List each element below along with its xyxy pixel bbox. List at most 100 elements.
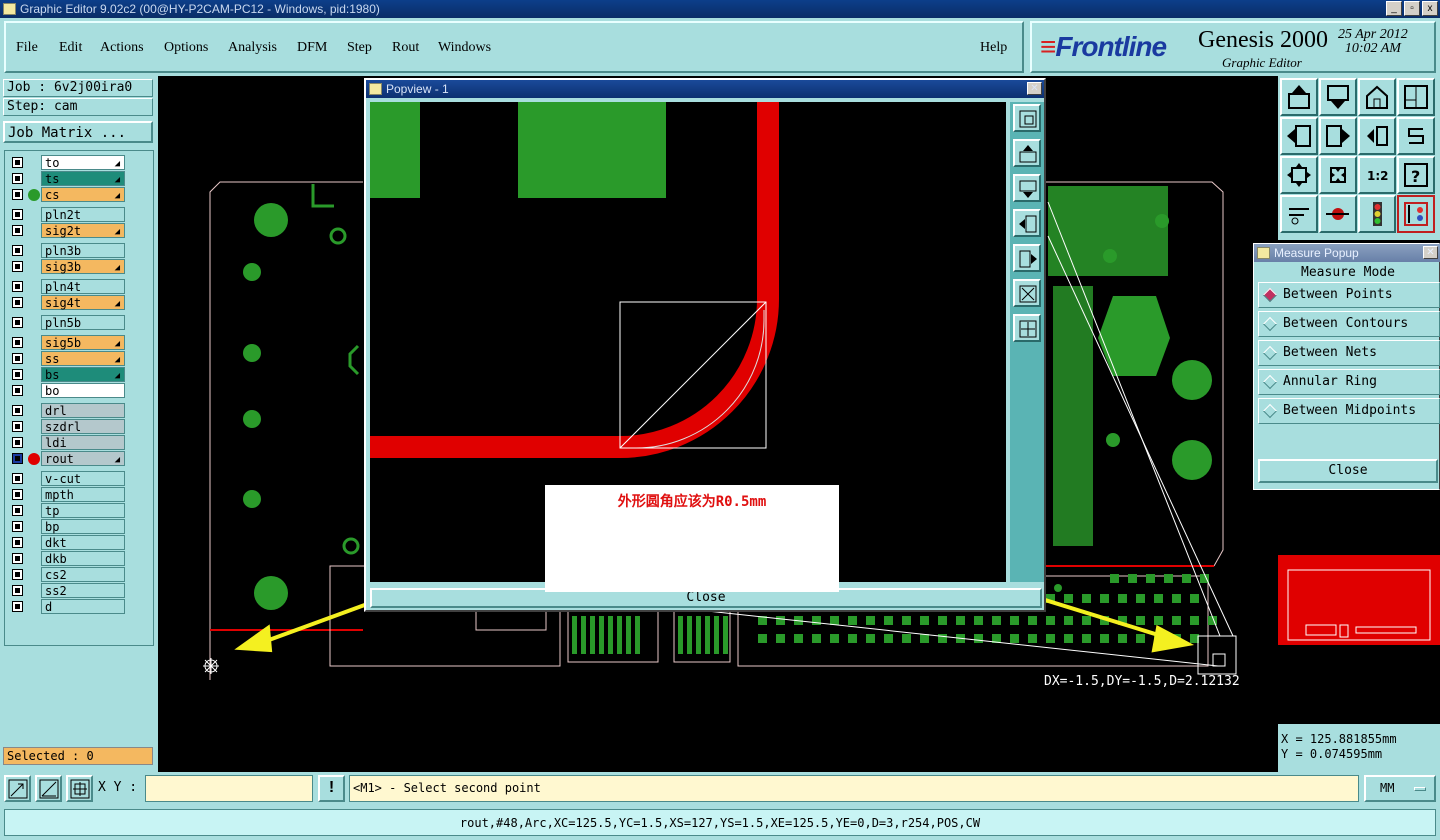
measure-option-between-nets[interactable]: Between Nets xyxy=(1258,340,1440,366)
pan-up-icon[interactable] xyxy=(1280,78,1318,116)
zoom-1to2-icon[interactable]: 1:2 xyxy=(1358,156,1396,194)
layer-row-sig4t[interactable]: sig4t ◢ xyxy=(7,295,129,310)
layer-name[interactable]: v-cut xyxy=(41,471,125,486)
layer-checkbox[interactable] xyxy=(12,537,23,548)
layer-row-rout[interactable]: rout ◢ xyxy=(7,451,129,466)
layer-name[interactable]: ss ◢ xyxy=(41,351,125,366)
layer-row-dkb[interactable]: dkb xyxy=(7,551,129,566)
layer-checkbox[interactable] xyxy=(12,385,23,396)
layer-checkbox[interactable] xyxy=(12,453,23,464)
menu-help[interactable]: Help xyxy=(980,40,1007,56)
layer-row-cs2[interactable]: cs2 xyxy=(7,567,129,582)
zoom-out-icon[interactable] xyxy=(1280,156,1318,194)
layer-name[interactable]: pln4t xyxy=(41,279,125,294)
layer-name[interactable]: sig3b ◢ xyxy=(41,259,125,274)
layer-checkbox[interactable] xyxy=(12,189,23,200)
pan-down-icon[interactable] xyxy=(1013,174,1041,202)
layer-checkbox[interactable] xyxy=(12,585,23,596)
warning-button[interactable]: ! xyxy=(318,775,345,802)
measure-option-between-midpoints[interactable]: Between Midpoints xyxy=(1258,398,1440,424)
layer-name[interactable]: pln5b xyxy=(41,315,125,330)
measure-option-between-points[interactable]: Between Points xyxy=(1258,282,1440,308)
menu-edit[interactable]: Edit xyxy=(59,40,82,56)
layer-row-sig5b[interactable]: sig5b ◢ xyxy=(7,335,129,350)
drc-indicator-icon[interactable] xyxy=(1397,195,1435,233)
layer-name[interactable]: tp xyxy=(41,503,125,518)
layer-name[interactable]: sig2t ◢ xyxy=(41,223,125,238)
snap-center-icon[interactable] xyxy=(66,775,93,802)
layer-checkbox[interactable] xyxy=(12,369,23,380)
layer-name[interactable]: ldi xyxy=(41,435,125,450)
layer-name[interactable]: bs ◢ xyxy=(41,367,125,382)
layer-checkbox[interactable] xyxy=(12,553,23,564)
snap-tools-icon[interactable] xyxy=(1280,195,1318,233)
menu-file[interactable]: File xyxy=(16,40,38,56)
layer-name[interactable]: d xyxy=(41,599,125,614)
menu-analysis[interactable]: Analysis xyxy=(228,40,277,56)
layer-name[interactable]: dkt xyxy=(41,535,125,550)
layer-checkbox[interactable] xyxy=(12,405,23,416)
layer-name[interactable]: pln2t xyxy=(41,207,125,222)
zoom-in-icon[interactable] xyxy=(1319,156,1357,194)
layer-row-mpth[interactable]: mpth xyxy=(7,487,129,502)
layer-checkbox[interactable] xyxy=(12,317,23,328)
layer-checkbox[interactable] xyxy=(12,209,23,220)
layer-name[interactable]: ts ◢ xyxy=(41,171,125,186)
layer-checkbox[interactable] xyxy=(12,281,23,292)
pan-left-icon[interactable] xyxy=(1280,117,1318,155)
layer-checkbox[interactable] xyxy=(12,297,23,308)
measure-option-between-contours[interactable]: Between Contours xyxy=(1258,311,1440,337)
menu-options[interactable]: Options xyxy=(164,40,208,56)
layer-checkbox[interactable] xyxy=(12,505,23,516)
layer-name[interactable]: to ◢ xyxy=(41,155,125,170)
maximize-button[interactable]: ▫ xyxy=(1404,1,1420,16)
layer-row-bp[interactable]: bp xyxy=(7,519,129,534)
layer-name[interactable]: sig5b ◢ xyxy=(41,335,125,350)
help-icon[interactable]: ? xyxy=(1397,156,1435,194)
layer-row-sig2t[interactable]: sig2t ◢ xyxy=(7,223,129,238)
layer-row-pln3b[interactable]: pln3b xyxy=(7,243,129,258)
layer-row-bo[interactable]: bo xyxy=(7,383,129,398)
pan-right-icon[interactable] xyxy=(1013,244,1041,272)
menu-windows[interactable]: Windows xyxy=(438,40,491,56)
layer-checkbox[interactable] xyxy=(12,489,23,500)
menu-step[interactable]: Step xyxy=(347,40,372,56)
layer-name[interactable]: cs ◢ xyxy=(41,187,125,202)
menu-dfm[interactable]: DFM xyxy=(297,40,327,56)
layer-row-pln4t[interactable]: pln4t xyxy=(7,279,129,294)
split-view-icon[interactable] xyxy=(1397,78,1435,116)
pan-down-icon[interactable] xyxy=(1319,78,1357,116)
pan-up-icon[interactable] xyxy=(1013,139,1041,167)
layer-name[interactable]: bp xyxy=(41,519,125,534)
layer-name[interactable]: rout ◢ xyxy=(41,451,125,466)
snap-angle-icon[interactable] xyxy=(35,775,62,802)
layer-row-pln5b[interactable]: pln5b xyxy=(7,315,129,330)
layer-row-bs[interactable]: bs ◢ xyxy=(7,367,129,382)
layer-row-ldi[interactable]: ldi xyxy=(7,435,129,450)
layer-name[interactable]: mpth xyxy=(41,487,125,502)
layer-row-ts[interactable]: ts ◢ xyxy=(7,171,129,186)
layer-row-v-cut[interactable]: v-cut xyxy=(7,471,129,486)
layer-row-tp[interactable]: tp xyxy=(7,503,129,518)
layer-name[interactable]: drl xyxy=(41,403,125,418)
layer-row-to[interactable]: to ◢ xyxy=(7,155,129,170)
zoom-in-icon[interactable] xyxy=(1013,314,1041,342)
menu-rout[interactable]: Rout xyxy=(392,40,419,56)
pan-left-icon[interactable] xyxy=(1013,209,1041,237)
layer-row-sig3b[interactable]: sig3b ◢ xyxy=(7,259,129,274)
layer-row-ss2[interactable]: ss2 xyxy=(7,583,129,598)
minimize-button[interactable]: _ xyxy=(1386,1,1402,16)
layer-checkbox[interactable] xyxy=(12,157,23,168)
layer-row-pln2t[interactable]: pln2t xyxy=(7,207,129,222)
layer-checkbox[interactable] xyxy=(12,173,23,184)
zoom-window-icon[interactable] xyxy=(1013,104,1041,132)
layer-checkbox[interactable] xyxy=(12,337,23,348)
layer-row-dkt[interactable]: dkt xyxy=(7,535,129,550)
layer-name[interactable]: dkb xyxy=(41,551,125,566)
layer-checkbox[interactable] xyxy=(12,473,23,484)
layer-name[interactable]: ss2 xyxy=(41,583,125,598)
layer-checkbox[interactable] xyxy=(12,225,23,236)
layer-checkbox[interactable] xyxy=(12,437,23,448)
close-button[interactable]: x xyxy=(1422,1,1438,16)
layer-row-szdrl[interactable]: szdrl xyxy=(7,419,129,434)
